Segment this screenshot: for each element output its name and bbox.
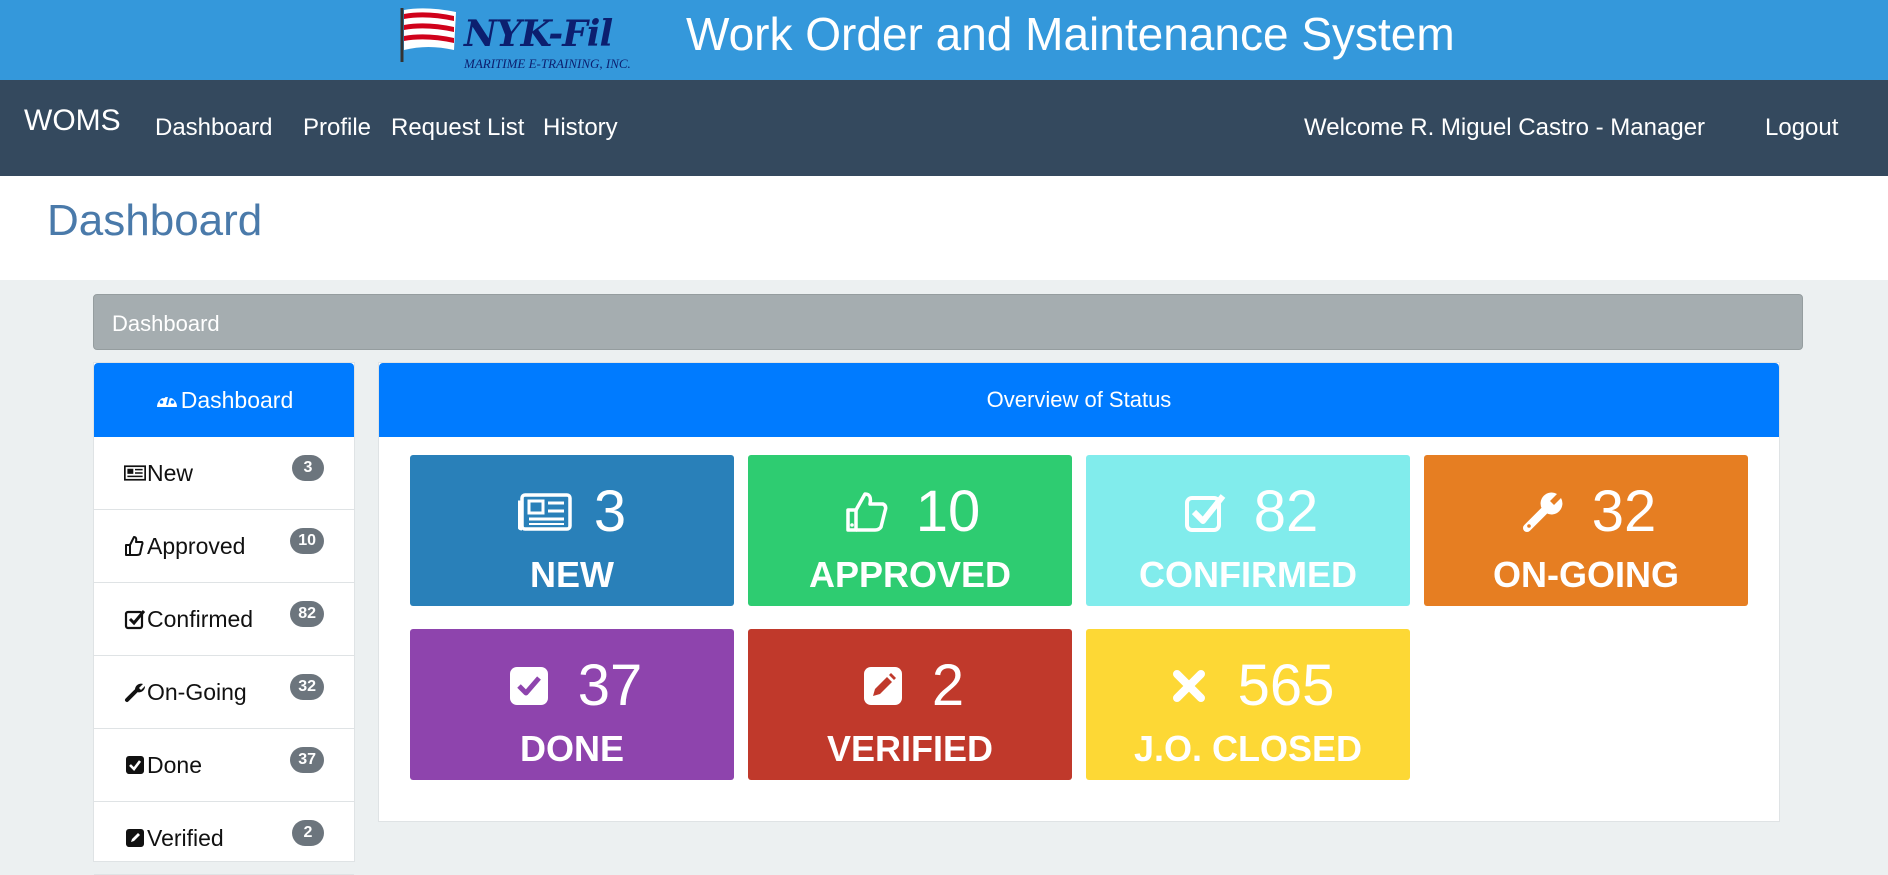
tile-label: NEW bbox=[530, 554, 614, 595]
sidebar-header-label: Dashboard bbox=[180, 386, 294, 413]
check-square-filled-icon bbox=[502, 663, 556, 709]
tile-count: 32 bbox=[1591, 479, 1657, 544]
nav-link-profile[interactable]: Profile bbox=[303, 114, 371, 142]
navbar-brand[interactable]: WOMS bbox=[24, 104, 121, 138]
count-badge: 82 bbox=[290, 601, 324, 627]
top-banner: NYK-Fil MARITIME E-TRAINING, INC. Work O… bbox=[0, 0, 1888, 80]
nav-link-dashboard[interactable]: Dashboard bbox=[155, 114, 272, 142]
tile-label: J.O. CLOSED bbox=[1133, 728, 1363, 769]
tile-count: 565 bbox=[1237, 653, 1335, 718]
count-badge: 37 bbox=[290, 747, 324, 773]
welcome-user-link[interactable]: Welcome R. Miguel Castro - Manager bbox=[1304, 114, 1705, 142]
count-badge: 32 bbox=[290, 674, 324, 700]
page-header: Dashboard bbox=[0, 176, 1888, 280]
times-icon bbox=[1162, 663, 1216, 709]
status-tile-approved[interactable]: 10 APPROVED bbox=[748, 455, 1072, 606]
sidebar-item-dashboard[interactable]: Dashboard bbox=[94, 363, 354, 437]
tile-count: 82 bbox=[1253, 479, 1319, 544]
tile-count: 37 bbox=[577, 653, 643, 718]
tile-count: 10 bbox=[915, 479, 981, 544]
sidebar-item-verified[interactable]: Verified 2 bbox=[94, 802, 354, 875]
count-badge: 3 bbox=[292, 455, 324, 481]
page-title: Dashboard bbox=[47, 196, 263, 245]
logout-link[interactable]: Logout bbox=[1765, 114, 1838, 142]
wrench-icon bbox=[1516, 489, 1570, 535]
tile-count: 2 bbox=[931, 653, 965, 718]
check-square-icon bbox=[1178, 489, 1232, 535]
logo-subtext: MARITIME E-TRAINING, INC. bbox=[464, 56, 631, 71]
sidebar-item-label: On-Going bbox=[147, 678, 247, 705]
tile-label: VERIFIED bbox=[826, 728, 994, 769]
main-navbar: WOMS Dashboard Profile Request List Hist… bbox=[0, 80, 1888, 176]
sidebar-item-approved[interactable]: Approved 10 bbox=[94, 510, 354, 583]
logo-wordmark: NYK-Fil bbox=[464, 13, 613, 55]
flag-icon bbox=[400, 8, 456, 62]
check-square-filled-icon bbox=[124, 754, 146, 776]
sidebar-item-new[interactable]: New 3 bbox=[94, 437, 354, 510]
status-tile-on-going[interactable]: 32 ON-GOING bbox=[1424, 455, 1748, 606]
newspaper-icon bbox=[517, 489, 572, 535]
thumbs-up-icon bbox=[840, 489, 894, 535]
tile-label: APPROVED bbox=[808, 554, 1012, 595]
count-badge: 10 bbox=[290, 528, 324, 554]
sidebar-item-done[interactable]: Done 37 bbox=[94, 729, 354, 802]
sidebar-item-label: Done bbox=[147, 751, 202, 778]
overview-panel: Overview of Status 3 NEW 10 APPROVED 82 … bbox=[378, 362, 1780, 822]
tile-label: ON-GOING bbox=[1493, 554, 1679, 595]
sidebar-item-label: Verified bbox=[147, 824, 224, 851]
company-logo: NYK-Fil MARITIME E-TRAINING, INC. bbox=[396, 6, 666, 76]
status-tile-verified[interactable]: 2 VERIFIED bbox=[748, 629, 1072, 780]
status-tile-new[interactable]: 3 NEW bbox=[410, 455, 734, 606]
breadcrumb-current: Dashboard bbox=[112, 311, 220, 336]
wrench-icon bbox=[124, 681, 146, 703]
breadcrumb: Dashboard bbox=[93, 294, 1803, 350]
sidebar-item-label: Approved bbox=[147, 532, 246, 559]
sidebar-item-confirmed[interactable]: Confirmed 82 bbox=[94, 583, 354, 656]
status-tile-jo-closed[interactable]: 565 J.O. CLOSED bbox=[1086, 629, 1410, 780]
system-title: Work Order and Maintenance System bbox=[686, 8, 1455, 60]
pencil-square-icon bbox=[124, 827, 146, 849]
status-sidebar: Dashboard New 3 Approved 10 Confirmed 82… bbox=[93, 362, 355, 875]
sidebar-item-label: Confirmed bbox=[147, 605, 254, 632]
status-tile-confirmed[interactable]: 82 CONFIRMED bbox=[1086, 455, 1410, 606]
newspaper-icon bbox=[124, 462, 146, 484]
dashboard-icon bbox=[156, 394, 177, 407]
tile-label: DONE bbox=[519, 728, 624, 769]
tile-count: 3 bbox=[593, 479, 627, 544]
status-tile-done[interactable]: 37 DONE bbox=[410, 629, 734, 780]
overview-header: Overview of Status bbox=[379, 363, 1779, 437]
check-square-icon bbox=[124, 608, 146, 630]
tile-label: CONFIRMED bbox=[1139, 554, 1357, 595]
sidebar-item-label: New bbox=[147, 459, 194, 486]
sidebar-item-on-going[interactable]: On-Going 32 bbox=[94, 656, 354, 729]
thumbs-up-icon bbox=[124, 535, 146, 557]
count-badge: 2 bbox=[292, 820, 324, 846]
nav-link-request-list[interactable]: Request List bbox=[391, 114, 524, 142]
nav-link-history[interactable]: History bbox=[543, 114, 618, 142]
pencil-square-icon bbox=[856, 663, 910, 709]
